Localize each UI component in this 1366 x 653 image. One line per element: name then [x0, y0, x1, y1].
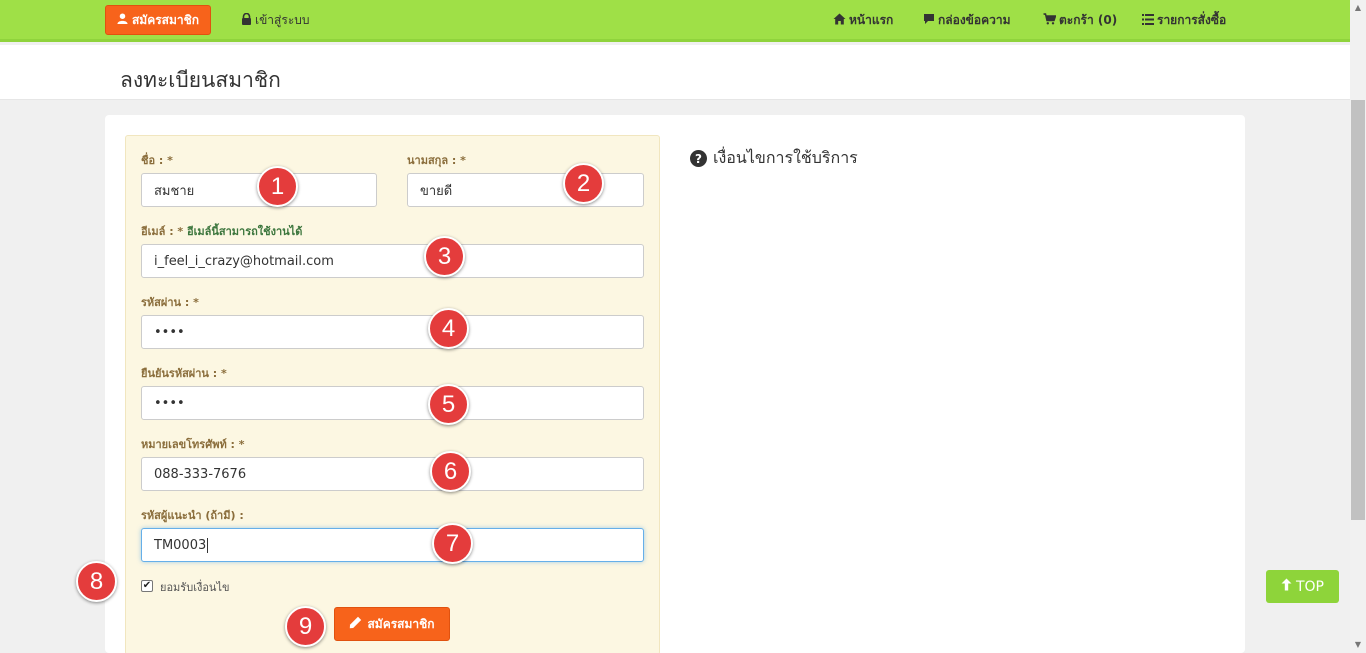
last-name-label: นามสกุล : *: [407, 154, 466, 167]
annotation-badge-5: 5: [428, 384, 469, 425]
page-header: ลงทะเบียนสมาชิก: [0, 45, 1350, 100]
annotation-badge-8: 8: [76, 561, 117, 602]
nav-inbox-label: กล่องข้อความ: [938, 13, 1011, 27]
referral-value: TM0003: [154, 537, 207, 553]
email-label-row: อีเมล์ : * อีเมล์นี้สามารถใช้งานได้: [141, 222, 302, 240]
referral-input[interactable]: TM0003: [141, 528, 644, 562]
pencil-icon: [349, 616, 362, 632]
terms-title: เงื่อนไขการใช้บริการ: [713, 148, 858, 167]
confirm-password-label: ยืนยันรหัสผ่าน : *: [141, 367, 227, 380]
email-label: อีเมล์ : *: [141, 225, 184, 238]
user-icon: [117, 13, 128, 27]
nav-cart-label: ตะกร้า (0): [1059, 13, 1118, 27]
annotation-badge-1: 1: [257, 166, 298, 207]
phone-label: หมายเลขโทรศัพท์ : *: [141, 438, 245, 451]
phone-input[interactable]: 088-333-7676: [141, 457, 644, 491]
password-input[interactable]: ••••: [141, 315, 644, 349]
annotation-badge-9: 9: [285, 606, 326, 647]
submit-register-button[interactable]: สมัครสมาชิก: [334, 607, 450, 641]
scroll-up-arrow-icon[interactable]: ▲: [1350, 0, 1366, 16]
annotation-badge-2: 2: [563, 163, 604, 204]
list-icon: [1142, 13, 1154, 28]
page-scrollbar[interactable]: ▲ ▼: [1350, 0, 1366, 653]
nav-home-link[interactable]: หน้าแรก: [833, 11, 893, 30]
scroll-top-button[interactable]: TOP: [1266, 570, 1339, 603]
last-name-input[interactable]: ขายดี: [407, 173, 644, 207]
arrow-up-icon: [1281, 578, 1292, 595]
referral-label: รหัสผู้แนะนำ (ถ้ามี) :: [141, 509, 244, 522]
cart-icon: [1043, 13, 1057, 28]
nav-orders-label: รายการสั่งซื้อ: [1157, 13, 1227, 27]
nav-orders-link[interactable]: รายการสั่งซื้อ: [1142, 11, 1226, 30]
text-caret: [207, 537, 209, 553]
scroll-down-arrow-icon[interactable]: ▼: [1350, 637, 1366, 653]
nav-cart-link[interactable]: ตะกร้า (0): [1043, 11, 1117, 30]
email-available-status: อีเมล์นี้สามารถใช้งานได้: [187, 225, 303, 238]
submit-register-label: สมัครสมาชิก: [367, 616, 435, 631]
confirm-password-input[interactable]: ••••: [141, 386, 644, 420]
nav-login-label: เข้าสู่ระบบ: [255, 13, 310, 27]
email-input[interactable]: i_feel_i_crazy@hotmail.com: [141, 244, 644, 278]
accept-terms-label: ยอมรับเงื่อนไข: [160, 581, 230, 594]
accept-terms-checkbox[interactable]: ✔: [141, 580, 153, 592]
annotation-badge-4: 4: [428, 308, 469, 349]
first-name-label: ชื่อ : *: [141, 154, 173, 167]
top-navbar: สมัครสมาชิก เข้าสู่ระบบ หน้าแรก กล่องข้อ…: [0, 0, 1350, 42]
nav-login-link[interactable]: เข้าสู่ระบบ: [241, 11, 310, 30]
lock-icon: [241, 12, 252, 28]
annotation-badge-7: 7: [432, 523, 473, 564]
nav-inbox-link[interactable]: กล่องข้อความ: [923, 11, 1011, 30]
question-circle-icon: ?: [690, 150, 707, 167]
scroll-top-label: TOP: [1295, 578, 1324, 595]
scrollbar-thumb[interactable]: [1351, 100, 1365, 520]
page-title: ลงทะเบียนสมาชิก: [120, 68, 281, 92]
terms-heading[interactable]: ? เงื่อนไขการใช้บริการ: [690, 146, 858, 171]
nav-home-label: หน้าแรก: [849, 13, 894, 27]
annotation-badge-3: 3: [424, 236, 465, 277]
comment-icon: [923, 13, 935, 28]
nav-register-button[interactable]: สมัครสมาชิก: [105, 5, 211, 35]
password-label: รหัสผ่าน : *: [141, 296, 199, 309]
nav-register-label: สมัครสมาชิก: [131, 12, 200, 27]
home-icon: [833, 13, 846, 28]
annotation-badge-6: 6: [430, 451, 471, 492]
